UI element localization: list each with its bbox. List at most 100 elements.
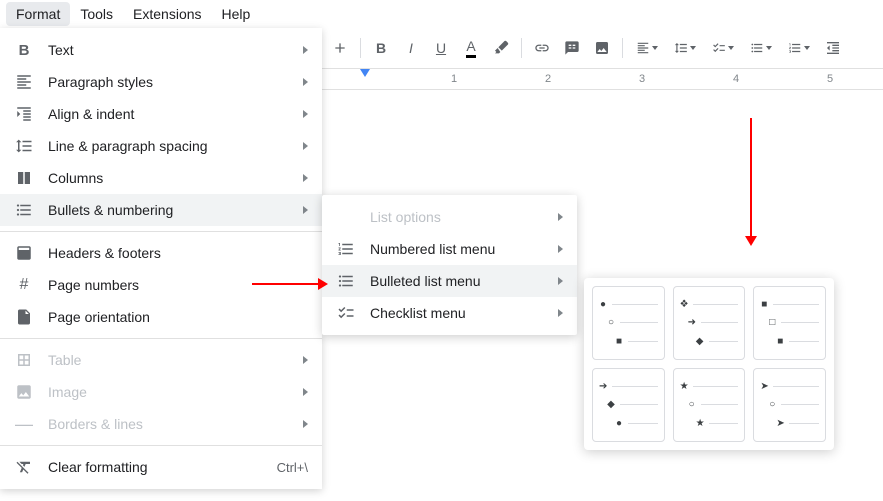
menubar-tools[interactable]: Tools [70, 2, 123, 26]
format-menu-item-clear-formatting[interactable]: Clear formattingCtrl+\ [0, 451, 322, 483]
image-button[interactable] [588, 34, 616, 62]
bullet-style-option-1[interactable]: ●○■ [592, 286, 665, 360]
format-menu-item-label: Align & indent [48, 106, 303, 122]
bullet-preview-row: ■ [776, 336, 819, 347]
format-menu-item-page-numbers[interactable]: #Page numbers [0, 269, 322, 301]
bullet-preview-line [628, 341, 658, 342]
checklist-button[interactable] [705, 34, 741, 62]
submenu-arrow-icon [558, 245, 563, 253]
numbered-list-button[interactable] [781, 34, 817, 62]
bullet-preview-line [620, 322, 658, 323]
format-menu-item-line-paragraph-spacing[interactable]: Line & paragraph spacing [0, 130, 322, 162]
hash-icon: # [14, 275, 34, 295]
bullet-preview-row: ➤ [776, 418, 819, 429]
submenu-arrow-icon [558, 309, 563, 317]
bullet-preview-line [709, 341, 739, 342]
blank-icon [336, 207, 356, 227]
borders-icon: — [14, 414, 34, 434]
text-color-button[interactable]: A [457, 34, 485, 62]
ruler-tick: 3 [639, 73, 645, 85]
bullet-style-option-4[interactable]: ➔◆● [592, 368, 665, 442]
orient-icon [14, 307, 34, 327]
submenu-arrow-icon [303, 388, 308, 396]
format-menu-item-table: Table [0, 344, 322, 376]
bold-button[interactable]: B [367, 34, 395, 62]
format-menu-item-label: Image [48, 384, 303, 400]
bullet-symbol: ❖ [680, 299, 688, 310]
submenu-arrow-icon [303, 206, 308, 214]
submenu-arrow-icon [303, 142, 308, 150]
submenu-item-checklist-menu[interactable]: Checklist menu [322, 297, 577, 329]
format-menu-item-text[interactable]: BText [0, 34, 322, 66]
bullet-symbol: ◆ [696, 336, 704, 347]
submenu-item-numbered-list-menu[interactable]: Numbered list menu [322, 233, 577, 265]
menubar-help[interactable]: Help [212, 2, 261, 26]
bullet-preview-row: ○ [688, 399, 739, 410]
submenu-item-label: Checklist menu [370, 305, 558, 321]
bullet-preview-row: ★ [696, 418, 739, 429]
bullet-preview-line [781, 322, 819, 323]
format-menu-item-image: Image [0, 376, 322, 408]
indent-decrease-button[interactable] [819, 34, 847, 62]
menubar-format[interactable]: Format [6, 2, 70, 26]
bullet-symbol: ○ [607, 317, 615, 328]
align-button[interactable] [629, 34, 665, 62]
bullet-symbol: ➜ [688, 317, 696, 328]
line-spacing-button[interactable] [667, 34, 703, 62]
bullet-preview-row: □ [768, 317, 819, 328]
toolbar-add-button[interactable] [326, 34, 354, 62]
submenu-arrow-icon [303, 46, 308, 54]
link-button[interactable] [528, 34, 556, 62]
format-menu-item-label: Headers & footers [48, 245, 308, 261]
underline-button[interactable]: U [427, 34, 455, 62]
comment-button[interactable] [558, 34, 586, 62]
submenu-arrow-icon [558, 213, 563, 221]
bullet-style-option-2[interactable]: ❖➜◆ [673, 286, 746, 360]
format-menu-item-label: Bullets & numbering [48, 202, 303, 218]
bullet-style-option-3[interactable]: ■□■ [753, 286, 826, 360]
submenu-item-bulleted-list-menu[interactable]: Bulleted list menu [322, 265, 577, 297]
format-menu-item-paragraph-styles[interactable]: Paragraph styles [0, 66, 322, 98]
italic-button[interactable]: I [397, 34, 425, 62]
format-menu-item-bullets-numbering[interactable]: Bullets & numbering [0, 194, 322, 226]
submenu-arrow-icon [303, 174, 308, 182]
bullet-preview-row: ➤ [760, 381, 819, 392]
submenu-item-label: List options [370, 209, 558, 225]
submenu-item-label: Bulleted list menu [370, 273, 558, 289]
bullet-preview-line [612, 386, 658, 387]
bullet-preview-row: ➜ [688, 317, 739, 328]
format-menu-item-label: Table [48, 352, 303, 368]
format-menu-item-headers-footers[interactable]: Headers & footers [0, 237, 322, 269]
highlight-button[interactable] [487, 34, 515, 62]
bullet-symbol: ○ [688, 399, 696, 410]
bulleted-icon [336, 271, 356, 291]
bullet-preview-row: ◆ [607, 399, 658, 410]
bullet-preview-line [781, 404, 819, 405]
image-icon [14, 382, 34, 402]
ruler-indent-marker[interactable] [360, 69, 370, 77]
format-menu-item-align-indent[interactable]: Align & indent [0, 98, 322, 130]
bullets-icon [14, 200, 34, 220]
spacing-icon [14, 136, 34, 156]
bullets-submenu: List options Numbered list menu Bulleted l… [322, 195, 577, 335]
bullet-preview-row: ◆ [696, 336, 739, 347]
bullet-preview-line [701, 322, 739, 323]
bullet-preview-line [620, 404, 658, 405]
submenu-arrow-icon [303, 110, 308, 118]
bullet-preview-line [628, 423, 658, 424]
columns-icon [14, 168, 34, 188]
bullet-style-option-5[interactable]: ★○★ [673, 368, 746, 442]
menubar: Format Tools Extensions Help [0, 0, 883, 28]
menubar-extensions[interactable]: Extensions [123, 2, 211, 26]
bullet-style-option-6[interactable]: ➤○➤ [753, 368, 826, 442]
checklist-icon [336, 303, 356, 323]
bullet-preview-line [612, 304, 658, 305]
format-menu-item-columns[interactable]: Columns [0, 162, 322, 194]
bulleted-list-button[interactable] [743, 34, 779, 62]
format-menu-item-page-orientation[interactable]: Page orientation [0, 301, 322, 333]
shortcut-label: Ctrl+\ [277, 460, 308, 475]
format-menu-item-label: Paragraph styles [48, 74, 303, 90]
header-icon [14, 243, 34, 263]
align-icon [14, 104, 34, 124]
submenu-arrow-icon [303, 78, 308, 86]
